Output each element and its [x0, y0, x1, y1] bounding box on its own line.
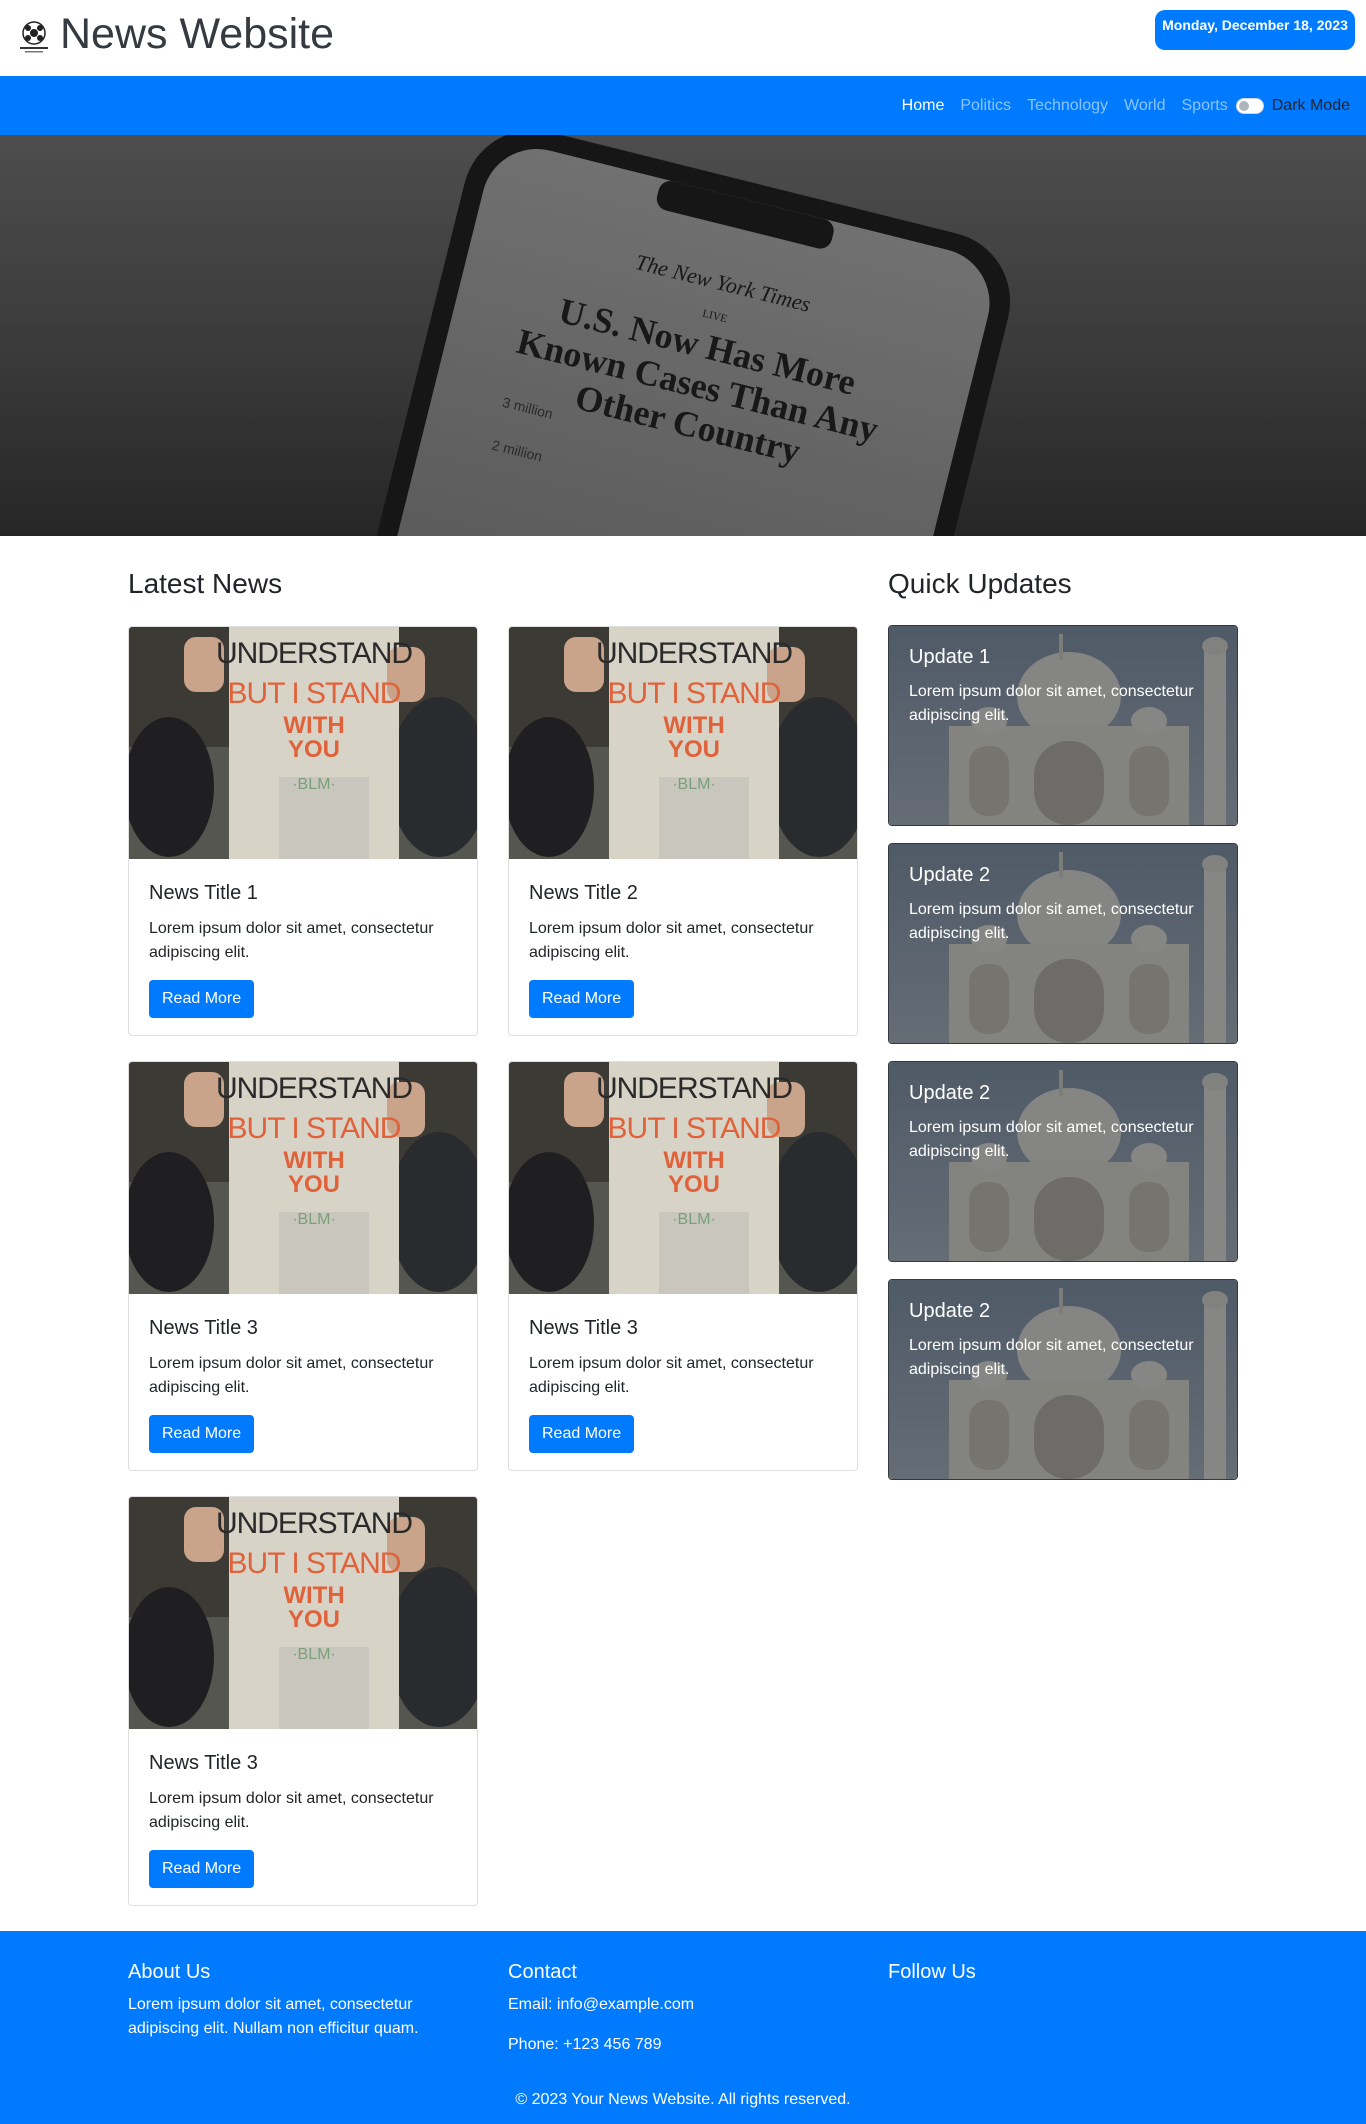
- dark-mode-label: Dark Mode: [1271, 96, 1350, 114]
- svg-text:UNDERSTAND: UNDERSTAND: [216, 1507, 412, 1540]
- nav-politics[interactable]: Politics: [960, 97, 1011, 115]
- footer-about-title: About Us: [128, 1961, 211, 1983]
- hero-banner: The New York Times LIVE U.S. Now Has Mor…: [0, 135, 1366, 536]
- news-card: UNDERSTAND BUT I STAND WITH YOU ·BLM· Ne…: [128, 1061, 478, 1471]
- svg-text:WITH: WITH: [663, 712, 724, 739]
- nav-technology[interactable]: Technology: [1027, 97, 1108, 115]
- svg-text:UNDERSTAND: UNDERSTAND: [216, 1072, 412, 1105]
- footer-about-text: Lorem ipsum dolor sit amet, consectetur …: [128, 1996, 419, 2037]
- news-card-image: UNDERSTAND BUT I STAND WITH YOU ·BLM·: [129, 1062, 477, 1294]
- site-logo-icon[interactable]: [18, 20, 50, 54]
- news-card-text: Lorem ipsum dolor sit amet, consectetur …: [149, 1355, 434, 1396]
- news-card-text: Lorem ipsum dolor sit amet, consectetur …: [529, 1355, 814, 1396]
- svg-text:BUT I STAND: BUT I STAND: [608, 677, 781, 710]
- news-card-image: UNDERSTAND BUT I STAND WITH YOU ·BLM·: [509, 1062, 857, 1294]
- news-card-title: News Title 2: [529, 882, 638, 904]
- update-card-title: Update 2: [909, 864, 991, 886]
- footer-email[interactable]: Email: info@example.com: [508, 1993, 694, 2017]
- update-card-title: Update 2: [909, 1300, 991, 1322]
- date-badge: Monday, December 18, 2023: [1155, 10, 1355, 50]
- news-card: UNDERSTAND BUT I STAND WITH YOU ·BLM· Ne…: [508, 1061, 858, 1471]
- svg-text:WITH: WITH: [283, 1582, 344, 1609]
- read-more-button[interactable]: Read More: [149, 1415, 255, 1453]
- svg-text:UNDERSTAND: UNDERSTAND: [216, 637, 412, 670]
- svg-text:BUT I STAND: BUT I STAND: [228, 1547, 401, 1580]
- nav-links: Home Politics Technology World Sports Da…: [886, 76, 1350, 135]
- footer-phone[interactable]: Phone: +123 456 789: [508, 2033, 661, 2057]
- svg-text:WITH: WITH: [663, 1147, 724, 1174]
- site-footer: About Us Lorem ipsum dolor sit amet, con…: [0, 1931, 1366, 2124]
- svg-text:BUT I STAND: BUT I STAND: [228, 677, 401, 710]
- news-card-text: Lorem ipsum dolor sit amet, consectetur …: [149, 1790, 434, 1831]
- svg-text:UNDERSTAND: UNDERSTAND: [596, 637, 792, 670]
- nav-home[interactable]: Home: [902, 97, 945, 115]
- svg-text:YOU: YOU: [668, 1171, 720, 1198]
- svg-text:YOU: YOU: [288, 736, 340, 763]
- update-card-text: Lorem ipsum dolor sit amet, consectetur …: [909, 901, 1194, 942]
- svg-text:·BLM·: ·BLM·: [292, 776, 336, 793]
- read-more-button[interactable]: Read More: [529, 1415, 635, 1453]
- svg-text:·BLM·: ·BLM·: [672, 1211, 716, 1228]
- toggle-knob: [1238, 100, 1249, 111]
- latest-news-title: Latest News: [128, 568, 283, 599]
- update-card: Update 2 Lorem ipsum dolor sit amet, con…: [888, 1061, 1238, 1262]
- news-card-image: UNDERSTAND BUT I STAND WITH YOU ·BLM·: [129, 627, 477, 859]
- svg-text:UNDERSTAND: UNDERSTAND: [596, 1072, 792, 1105]
- svg-text:YOU: YOU: [288, 1171, 340, 1198]
- footer-copyright: © 2023 Your News Website. All rights res…: [515, 2091, 851, 2108]
- update-card: Update 2 Lorem ipsum dolor sit amet, con…: [888, 1279, 1238, 1480]
- news-card: UNDERSTAND BUT I STAND WITH YOU ·BLM· Ne…: [128, 626, 478, 1036]
- news-card-image: UNDERSTAND BUT I STAND WITH YOU ·BLM·: [129, 1497, 477, 1729]
- site-header: News Website Monday, December 18, 2023: [0, 0, 1366, 76]
- news-card-title: News Title 3: [149, 1752, 258, 1774]
- svg-text:·BLM·: ·BLM·: [292, 1211, 336, 1228]
- read-more-button[interactable]: Read More: [149, 980, 255, 1018]
- update-card: Update 1 Lorem ipsum dolor sit amet, con…: [888, 625, 1238, 826]
- svg-text:BUT I STAND: BUT I STAND: [228, 1112, 401, 1145]
- hero-phone-image: The New York Times LIVE U.S. Now Has Mor…: [0, 135, 1366, 536]
- dark-mode-toggle[interactable]: [1235, 97, 1264, 114]
- main-navbar: Home Politics Technology World Sports Da…: [0, 76, 1366, 135]
- footer-contact-title: Contact: [508, 1961, 577, 1983]
- svg-text:YOU: YOU: [288, 1606, 340, 1633]
- nav-sports[interactable]: Sports: [1182, 97, 1228, 115]
- update-card-title: Update 2: [909, 1082, 991, 1104]
- site-title: News Website: [60, 10, 335, 58]
- read-more-button[interactable]: Read More: [149, 1850, 255, 1888]
- news-card-text: Lorem ipsum dolor sit amet, consectetur …: [529, 920, 814, 961]
- update-card: Update 2 Lorem ipsum dolor sit amet, con…: [888, 843, 1238, 1044]
- svg-text:WITH: WITH: [283, 1147, 344, 1174]
- svg-text:WITH: WITH: [283, 712, 344, 739]
- update-card-text: Lorem ipsum dolor sit amet, consectetur …: [909, 1119, 1194, 1160]
- nav-world[interactable]: World: [1124, 97, 1166, 115]
- svg-text:YOU: YOU: [668, 736, 720, 763]
- news-card: UNDERSTAND BUT I STAND WITH YOU ·BLM· Ne…: [128, 1496, 478, 1906]
- svg-text:·BLM·: ·BLM·: [672, 776, 716, 793]
- news-card-title: News Title 3: [149, 1317, 258, 1339]
- update-card-text: Lorem ipsum dolor sit amet, consectetur …: [909, 1337, 1194, 1378]
- update-card-text: Lorem ipsum dolor sit amet, consectetur …: [909, 683, 1194, 724]
- news-card-title: News Title 1: [149, 882, 258, 904]
- footer-follow-title: Follow Us: [888, 1961, 976, 1983]
- news-card: UNDERSTAND BUT I STAND WITH YOU ·BLM· Ne…: [508, 626, 858, 1036]
- svg-text:·BLM·: ·BLM·: [292, 1646, 336, 1663]
- svg-text:BUT I STAND: BUT I STAND: [608, 1112, 781, 1145]
- quick-updates-title: Quick Updates: [888, 568, 1072, 599]
- news-card-text: Lorem ipsum dolor sit amet, consectetur …: [149, 920, 434, 961]
- news-card-title: News Title 3: [529, 1317, 638, 1339]
- news-card-image: UNDERSTAND BUT I STAND WITH YOU ·BLM·: [509, 627, 857, 859]
- read-more-button[interactable]: Read More: [529, 980, 635, 1018]
- update-card-title: Update 1: [909, 646, 991, 668]
